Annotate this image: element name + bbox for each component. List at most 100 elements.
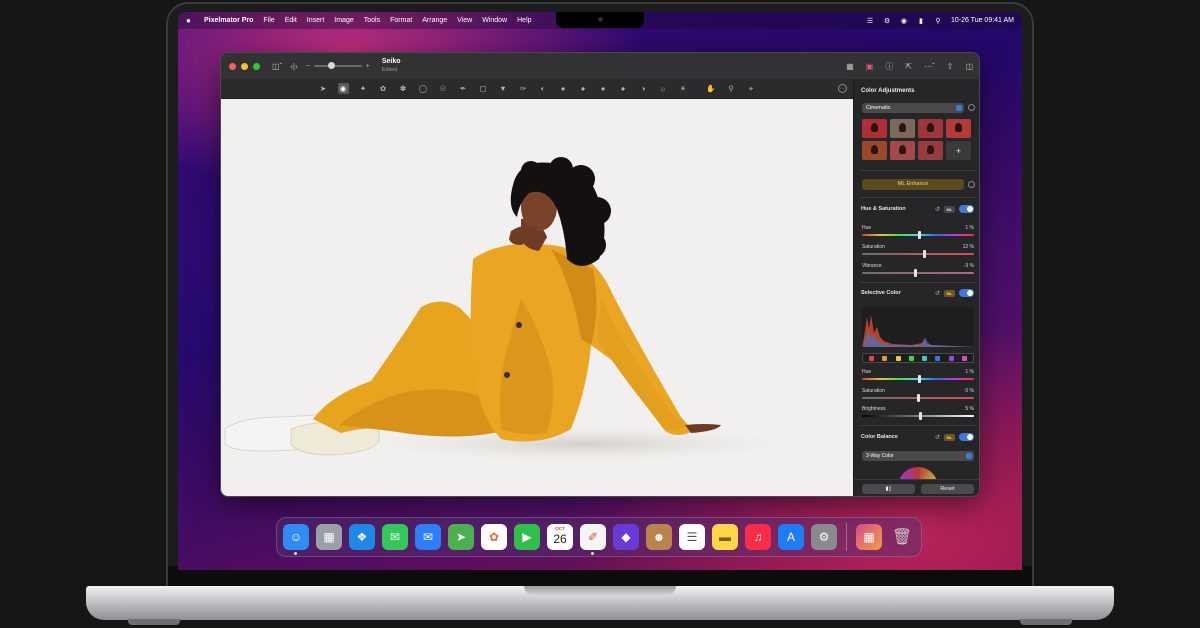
toolbar-more-icon[interactable]: ⋯ (838, 84, 847, 93)
fill-tool-icon[interactable]: ▼ (498, 83, 509, 94)
smudge-tool-icon[interactable]: ☉ (438, 83, 449, 94)
swatch-green[interactable] (908, 355, 914, 361)
info-icon[interactable]: ⓘ (885, 61, 893, 72)
music-icon[interactable]: ♫ (745, 524, 771, 550)
hue-slider-knob[interactable] (917, 231, 921, 239)
paint-tool-icon[interactable]: ✽ (398, 83, 409, 94)
finder-icon[interactable]: ☺ (283, 524, 309, 555)
color-adjustments-icon[interactable]: ▣ (866, 62, 874, 71)
more-options-icon[interactable]: ⋯ˇ (924, 62, 935, 71)
menu-format[interactable]: Format (390, 17, 412, 24)
pan-tool-icon[interactable]: ✋ (706, 83, 717, 94)
code-arrows-icon[interactable]: ‹|› (290, 62, 297, 71)
swatch-blue[interactable] (935, 355, 941, 361)
ml-badge[interactable]: ML (944, 289, 955, 297)
menu-image[interactable]: Image (334, 17, 353, 24)
red-eye-tool-icon[interactable]: ☼ (658, 83, 669, 94)
menu-help[interactable]: Help (517, 17, 531, 24)
vibrance-value[interactable]: -3 % (964, 263, 974, 269)
control-center-icon[interactable]: ⚙ (883, 17, 891, 25)
spotlight-icon[interactable]: ⚲ (934, 17, 942, 25)
layers-icon[interactable]: ☰ (866, 17, 874, 25)
preset-thumbnail[interactable] (862, 119, 887, 138)
selective-hue-value[interactable]: 1 % (965, 369, 974, 375)
selective-saturation-slider-knob[interactable] (916, 394, 920, 402)
swatch-purple[interactable] (948, 355, 954, 361)
reset-button[interactable]: Reset (921, 484, 974, 494)
calendar-icon[interactable]: OCT 26 (547, 524, 573, 550)
photos-icon[interactable]: ✿ (481, 524, 507, 550)
image-canvas[interactable] (221, 99, 853, 496)
reset-icon[interactable]: ↺ (935, 206, 940, 213)
preset-thumbnail[interactable] (946, 119, 971, 138)
erase-tool-icon[interactable]: ◯ (418, 83, 429, 94)
menu-app-name[interactable]: Pixelmator Pro (204, 17, 253, 24)
system-preferences-icon[interactable]: ⚙ (811, 524, 837, 550)
hue-saturation-toggle[interactable] (959, 205, 974, 213)
menu-arrange[interactable]: Arrange (422, 17, 447, 24)
menu-edit[interactable]: Edit (285, 17, 297, 24)
selective-color-title[interactable]: Selective Color (861, 290, 901, 296)
export-icon[interactable]: ⇱ (905, 62, 912, 71)
color-picker-tool-icon[interactable]: ✑ (518, 83, 529, 94)
right-sidebar-icon[interactable]: ◫ (965, 62, 973, 71)
selective-brightness-slider-knob[interactable] (918, 412, 922, 420)
zoom-in-icon[interactable]: + (366, 63, 370, 70)
swatch-yellow[interactable] (895, 355, 901, 361)
mail-icon[interactable]: ✉ (415, 524, 441, 550)
menu-tools[interactable]: Tools (364, 17, 380, 24)
arrange-tool-icon[interactable]: ➤ (318, 83, 329, 94)
preset-options-icon[interactable] (968, 104, 975, 111)
menu-file[interactable]: File (263, 17, 274, 24)
menu-window[interactable]: Window (482, 17, 507, 24)
hue-value[interactable]: 1 % (965, 225, 974, 231)
ml-badge[interactable]: ML (944, 433, 955, 441)
vibrance-slider-knob[interactable] (914, 269, 918, 277)
compare-button[interactable]: ▮▯ (862, 484, 915, 494)
downloads-stack-icon[interactable]: ▦ (856, 524, 882, 550)
zoom-slider[interactable] (313, 62, 362, 69)
pixelmator-icon[interactable]: ✐ (580, 524, 606, 555)
facetime-icon[interactable]: ▶ (514, 524, 540, 550)
contacts-icon[interactable]: ☻ (646, 524, 672, 550)
safari-icon[interactable]: ❖ (349, 524, 375, 550)
burn-tool-icon[interactable]: ● (578, 83, 589, 94)
sidebar-toggle-icon[interactable]: ◫ˇ (272, 62, 282, 71)
layers-panel-icon[interactable]: ▦ (846, 62, 854, 71)
ml-enhance-options-icon[interactable] (968, 181, 975, 188)
selective-color-toggle[interactable] (959, 289, 974, 297)
wifi-icon[interactable]: ◉ (900, 17, 908, 25)
sponge-tool-icon[interactable]: ● (558, 83, 569, 94)
sharpen-tool-icon[interactable]: ● (618, 83, 629, 94)
preset-thumbnail[interactable] (918, 119, 943, 138)
selective-saturation-value[interactable]: 0 % (965, 388, 974, 394)
shape-tool-icon[interactable]: ◐ (538, 83, 549, 94)
maps-icon[interactable]: ➤ (448, 524, 474, 550)
fullscreen-button[interactable] (253, 62, 260, 70)
preset-thumbnail[interactable] (862, 141, 887, 160)
swatch-magenta[interactable] (961, 355, 967, 361)
preset-thumbnail[interactable] (890, 119, 915, 138)
menu-clock[interactable]: 10-26 Tue 09:41 AM (951, 17, 1014, 24)
launchpad-icon[interactable]: ▦ (316, 524, 342, 550)
add-preset-button[interactable]: + (946, 141, 971, 160)
hue-saturation-title[interactable]: Hue & Saturation (861, 206, 906, 212)
apple-menu-icon[interactable]: ● (186, 16, 194, 25)
select-tool-icon[interactable]: ✦ (358, 83, 369, 94)
app-store-icon[interactable]: A (778, 524, 804, 550)
zoom-slider-knob[interactable] (327, 62, 335, 69)
document-title-block[interactable]: Seiko Edited (382, 58, 401, 74)
ml-enhance-button[interactable]: ML Enhance (862, 179, 964, 190)
close-button[interactable] (229, 62, 236, 70)
selective-brightness-value[interactable]: 5 % (965, 406, 974, 412)
ml-badge[interactable]: ML (944, 205, 955, 213)
color-balance-title[interactable]: Color Balance (861, 434, 898, 440)
vibrance-slider-track[interactable] (862, 272, 974, 274)
preset-select[interactable]: Cinematic (862, 103, 964, 113)
zoom-tool-icon[interactable]: ⚲ (726, 83, 737, 94)
share-icon[interactable]: ⇧ (947, 62, 954, 71)
retouch-tool-icon[interactable]: ✿ (378, 83, 389, 94)
crop-tool-icon[interactable]: ⌖ (746, 83, 757, 94)
saturation-slider-knob[interactable] (923, 250, 927, 258)
swatch-red[interactable] (869, 355, 875, 361)
